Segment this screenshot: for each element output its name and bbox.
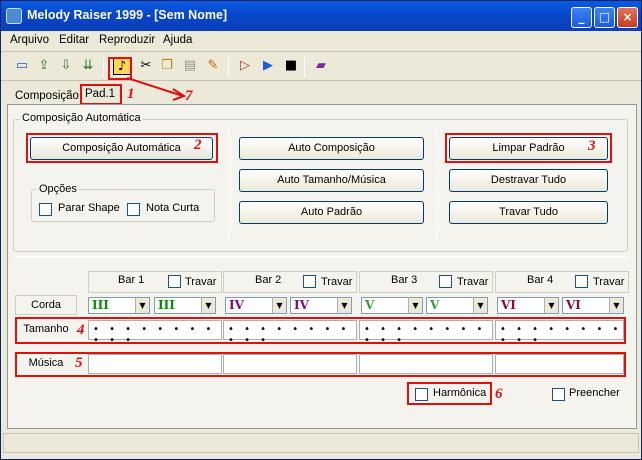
travar-tudo-button[interactable]: Travar Tudo [449, 201, 608, 224]
horizontal-separator [14, 256, 629, 257]
annotation-6: 6 [495, 386, 503, 402]
auto-composicao-button[interactable]: Auto Composição [239, 137, 424, 160]
chord-value: VI [501, 298, 516, 312]
group-title: Composição Automática [20, 112, 143, 124]
chord-value: IV [294, 298, 309, 312]
menu-arquivo[interactable]: Arquivo [10, 34, 49, 46]
app-icon[interactable] [6, 8, 22, 24]
bar-4-chord-select-b[interactable]: VI ▼ [562, 297, 624, 314]
auto-padrao-button[interactable]: Auto Padrão [239, 201, 424, 224]
annotation-box-5 [15, 352, 626, 377]
bar-3-travar-checkbox[interactable] [439, 275, 452, 288]
play-all-icon[interactable]: ▶ [259, 57, 277, 75]
help-book-icon[interactable]: ▰ [312, 57, 330, 75]
save-all-icon[interactable]: ⇊ [79, 57, 97, 75]
bar-3-chord-select-b[interactable]: V ▼ [426, 297, 488, 314]
chevron-down-icon[interactable]: ▼ [473, 298, 487, 313]
annotation-box-2 [26, 133, 218, 163]
open-file-icon[interactable]: ⇪ [35, 57, 53, 75]
bar-2-travar-checkbox[interactable] [303, 275, 316, 288]
bar-1-travar-label: Travar [185, 276, 217, 288]
auto-tamanho-musica-button[interactable]: Auto Tamanho/Música [239, 169, 424, 192]
save-file-icon[interactable]: ⇩ [57, 57, 75, 75]
bar-3-label: Bar 3 [391, 274, 418, 286]
annotation-2: 2 [194, 137, 202, 153]
vertical-separator [228, 129, 229, 239]
maximize-button[interactable]: □ [594, 7, 615, 28]
destravar-tudo-button[interactable]: Destravar Tudo [449, 169, 608, 192]
parar-shape-label: Parar Shape [58, 202, 120, 214]
status-bar [3, 433, 639, 453]
bar-3-chord-select-a[interactable]: V ▼ [361, 297, 423, 314]
bar-2-chord-select-b[interactable]: IV ▼ [290, 297, 352, 314]
bar-4-label: Bar 4 [527, 274, 554, 286]
chord-value: III [158, 298, 175, 312]
annotation-1: 1 [127, 86, 135, 102]
toolbar-separator [304, 57, 305, 77]
bar-3-travar-label: Travar [457, 276, 489, 288]
annotation-7: 7 [185, 88, 193, 104]
toolbar: ▭ ⇪ ⇩ ⇊ ♪ ✂ ❐ ▤ ✎ ▷ ▶ ■ ▰ [1, 53, 641, 81]
annotation-box-6 [407, 382, 492, 405]
corda-label: Corda [15, 295, 77, 315]
chevron-down-icon[interactable]: ▼ [135, 298, 149, 313]
chevron-down-icon[interactable]: ▼ [544, 298, 558, 313]
clear-icon[interactable]: ✎ [204, 57, 222, 75]
bar-1-chord-select-b[interactable]: III ▼ [154, 297, 216, 314]
parar-shape-checkbox[interactable] [39, 203, 52, 216]
bar-2-travar-label: Travar [321, 276, 353, 288]
toolbar-separator [103, 57, 104, 77]
chord-value: III [92, 298, 109, 312]
bar-1-travar-checkbox[interactable] [168, 275, 181, 288]
annotation-box-3 [445, 133, 612, 163]
preencher-label: Preencher [569, 387, 620, 399]
close-button[interactable]: × [617, 7, 638, 28]
chevron-down-icon[interactable]: ▼ [337, 298, 351, 313]
menu-ajuda[interactable]: Ajuda [163, 34, 192, 46]
annotation-5: 5 [75, 355, 83, 371]
tab-composicao[interactable]: Composição [15, 90, 79, 102]
vertical-separator [436, 129, 437, 239]
menu-bar: Arquivo Editar Reproduzir Ajuda [1, 31, 641, 52]
menu-editar[interactable]: Editar [59, 34, 89, 46]
annotation-box-4 [15, 317, 626, 344]
bar-1-label: Bar 1 [118, 274, 145, 286]
chord-value: VI [566, 298, 581, 312]
chord-value: IV [229, 298, 244, 312]
stop-icon[interactable]: ■ [282, 57, 300, 75]
chevron-down-icon[interactable]: ▼ [408, 298, 422, 313]
annotation-4: 4 [77, 322, 85, 338]
chord-value: V [365, 298, 375, 312]
bar-4-travar-label: Travar [593, 276, 625, 288]
annotation-3: 3 [588, 138, 596, 154]
app-window: Melody Raiser 1999 - [Sem Nome] _ □ × Ar… [0, 0, 642, 460]
menu-reproduzir[interactable]: Reproduzir [99, 34, 155, 46]
chevron-down-icon[interactable]: ▼ [609, 298, 623, 313]
minimize-button[interactable]: _ [571, 7, 592, 28]
title-bar[interactable]: Melody Raiser 1999 - [Sem Nome] _ □ × [1, 1, 641, 31]
play-icon[interactable]: ▷ [236, 57, 254, 75]
preencher-checkbox[interactable] [552, 388, 565, 401]
chevron-down-icon[interactable]: ▼ [201, 298, 215, 313]
window-title: Melody Raiser 1999 - [Sem Nome] [27, 8, 228, 22]
nota-curta-label: Nota Curta [146, 202, 200, 214]
annotation-box-1 [80, 84, 122, 105]
chord-value: V [430, 298, 440, 312]
new-file-icon[interactable]: ▭ [13, 57, 31, 75]
nota-curta-checkbox[interactable] [127, 203, 140, 216]
chevron-down-icon[interactable]: ▼ [272, 298, 286, 313]
opcoes-title: Opções [37, 183, 79, 195]
bar-4-travar-checkbox[interactable] [575, 275, 588, 288]
toolbar-separator [228, 57, 229, 77]
bar-4-chord-select-a[interactable]: VI ▼ [497, 297, 559, 314]
bar-1-chord-select-a[interactable]: III ▼ [88, 297, 150, 314]
tab-panel: Composição Automática Composição Automát… [7, 104, 637, 429]
bar-2-chord-select-a[interactable]: IV ▼ [225, 297, 287, 314]
bar-2-label: Bar 2 [255, 274, 282, 286]
